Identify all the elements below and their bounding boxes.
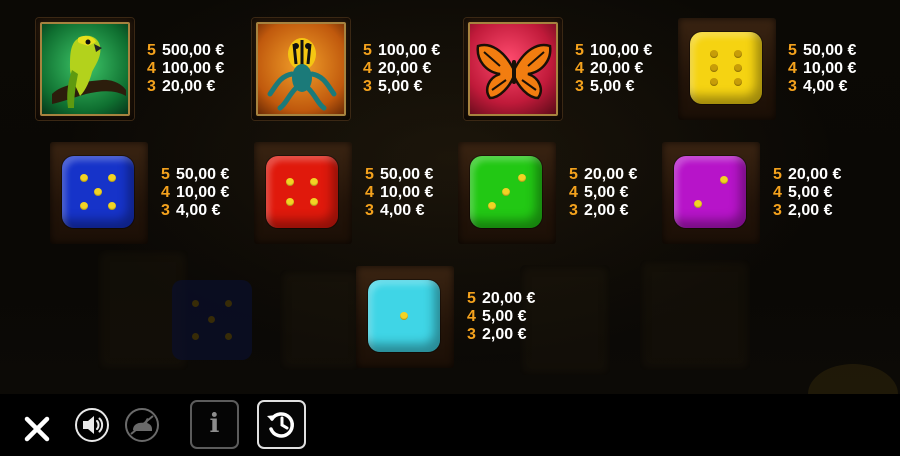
symbol-butterfly xyxy=(464,18,562,120)
turbo-button[interactable] xyxy=(125,408,159,442)
history-button[interactable] xyxy=(257,400,306,449)
frog-icon xyxy=(267,38,337,111)
pays-butterfly: 5 100,00 € 4 20,00 € 3 5,00 € xyxy=(575,42,653,95)
red-dice-icon xyxy=(266,156,338,228)
sound-button[interactable] xyxy=(75,408,109,442)
backdrop-dice xyxy=(172,280,252,360)
symbol-cyan-dice xyxy=(356,266,454,368)
symbol-red-dice xyxy=(254,142,352,244)
symbol-blue-dice xyxy=(50,142,148,244)
close-icon xyxy=(24,416,50,442)
pays-yellow-dice: 5 50,00 € 4 10,00 € 3 4,00 € xyxy=(788,42,857,95)
butterfly-icon xyxy=(476,43,552,100)
speaker-icon xyxy=(83,416,104,434)
symbol-yellow-dice xyxy=(678,18,776,120)
backdrop-reel-shadow xyxy=(640,260,750,370)
purple-dice-icon xyxy=(674,156,746,228)
pays-red-dice: 5 50,00 € 4 10,00 € 3 4,00 € xyxy=(365,166,434,219)
symbol-green-dice xyxy=(458,142,556,244)
parrot-icon xyxy=(52,35,126,108)
pays-green-dice: 5 20,00 € 4 5,00 € 3 2,00 € xyxy=(569,166,638,219)
close-button[interactable] xyxy=(22,414,52,444)
info-button[interactable]: i xyxy=(190,400,239,449)
symbol-frog xyxy=(252,18,350,120)
backdrop-reel-shadow xyxy=(280,270,360,370)
cyan-dice-icon xyxy=(368,280,440,352)
symbol-purple-dice xyxy=(662,142,760,244)
history-icon xyxy=(267,412,294,438)
pays-frog: 5 100,00 € 4 20,00 € 3 5,00 € xyxy=(363,42,441,95)
info-icon: i xyxy=(209,409,220,439)
pays-blue-dice: 5 50,00 € 4 10,00 € 3 4,00 € xyxy=(161,166,230,219)
pays-purple-dice: 5 20,00 € 4 5,00 € 3 2,00 € xyxy=(773,166,842,219)
pays-parrot: 5 500,00 € 4 100,00 € 3 20,00 € xyxy=(147,42,225,95)
green-dice-icon xyxy=(470,156,542,228)
pays-cyan-dice: 5 20,00 € 4 5,00 € 3 2,00 € xyxy=(467,290,536,343)
symbol-parrot xyxy=(36,18,134,120)
blue-dice-icon xyxy=(62,156,134,228)
rabbit-icon xyxy=(130,415,154,435)
yellow-dice-icon xyxy=(690,32,762,104)
